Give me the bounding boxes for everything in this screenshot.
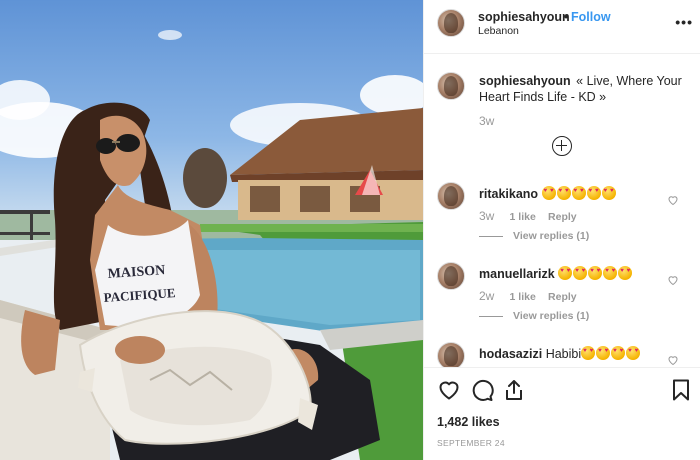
plus-circle-icon[interactable] (552, 136, 572, 156)
photo-illustration: MAISON PACIFIQUE (0, 30, 423, 460)
comment-meta: 2w 1 like Reply (479, 289, 586, 303)
view-replies-button[interactable]: View replies (1) (479, 230, 589, 242)
emoji-heart-eyes-icon (626, 346, 641, 360)
comment-reply-button[interactable]: Reply (548, 291, 577, 303)
separator-dot: • (564, 10, 569, 24)
comment-like-heart-icon[interactable] (667, 274, 679, 286)
emoji-heart-eyes-icon (541, 186, 556, 200)
comment-likes-link[interactable]: 1 like (510, 211, 536, 223)
comment-item: ritakikano 3w 1 like Reply View replies … (424, 182, 700, 262)
share-icon[interactable] (502, 378, 526, 402)
comment-item: manuellarizk 2w 1 like Reply View replie… (424, 262, 700, 342)
comment-likes-link[interactable]: 1 like (510, 291, 536, 303)
emoji-heart-eyes-icon (611, 346, 626, 360)
comment-avatar[interactable] (437, 342, 465, 367)
follow-button[interactable]: Follow (571, 10, 611, 24)
caption-avatar[interactable] (437, 72, 465, 100)
comment-time[interactable]: 3w (479, 209, 494, 223)
comment-username[interactable]: manuellarizk (479, 267, 555, 281)
emoji-heart-eyes-icon (558, 266, 573, 280)
emoji-heart-eyes-icon (556, 186, 571, 200)
post-header: sophiesahyoun • Follow Lebanon ••• (424, 0, 700, 54)
comment-reply-button[interactable]: Reply (548, 211, 577, 223)
comment-username[interactable]: hodasazizi (479, 347, 542, 361)
emoji-heart-eyes-icon (596, 346, 611, 360)
comment-like-heart-icon[interactable] (667, 354, 679, 366)
comment-text: hodasazizi Habibi (479, 346, 669, 362)
caption-text: sophiesahyoun « Live, Where Your Heart F… (479, 73, 689, 105)
comments-section[interactable]: sophiesahyoun « Live, Where Your Heart F… (424, 55, 700, 367)
post-photo[interactable]: MAISON PACIFIQUE (0, 0, 423, 460)
comment-username[interactable]: ritakikano (479, 187, 538, 201)
emoji-heart-eyes-icon (603, 266, 618, 280)
caption-username[interactable]: sophiesahyoun (479, 74, 571, 88)
comment-meta: 3w 1 like Reply (479, 209, 586, 223)
emoji-heart-eyes-icon (581, 346, 596, 360)
emoji-heart-eyes-icon (618, 266, 633, 280)
comment-item: hodasazizi Habibi (424, 342, 700, 367)
more-options-icon[interactable]: ••• (675, 14, 693, 30)
view-replies-button[interactable]: View replies (1) (479, 310, 589, 322)
comment-text: ritakikano (479, 186, 669, 202)
post-date[interactable]: SEPTEMBER 24 (437, 438, 505, 448)
heart-icon[interactable] (437, 378, 461, 402)
emoji-heart-eyes-icon (588, 266, 603, 280)
comment-avatar[interactable] (437, 182, 465, 210)
comment-avatar[interactable] (437, 262, 465, 290)
caption-time[interactable]: 3w (479, 114, 494, 128)
author-username[interactable]: sophiesahyoun (478, 10, 570, 24)
emoji-heart-eyes-icon (573, 266, 588, 280)
emoji-heart-eyes-icon (586, 186, 601, 200)
comment-body: Habibi (545, 347, 582, 361)
bookmark-icon[interactable] (669, 378, 693, 402)
author-avatar[interactable] (437, 9, 465, 37)
likes-count[interactable]: 1,482 likes (437, 415, 500, 429)
post-location[interactable]: Lebanon (478, 25, 519, 37)
post-actions: 1,482 likes SEPTEMBER 24 (424, 367, 700, 460)
emoji-heart-eyes-icon (571, 186, 586, 200)
comment-icon[interactable] (470, 378, 494, 402)
post-sidebar: sophiesahyoun • Follow Lebanon ••• sophi… (423, 0, 700, 460)
comment-time[interactable]: 2w (479, 289, 494, 303)
comment-like-heart-icon[interactable] (667, 194, 679, 206)
comment-text: manuellarizk (479, 266, 669, 282)
emoji-heart-eyes-icon (601, 186, 616, 200)
